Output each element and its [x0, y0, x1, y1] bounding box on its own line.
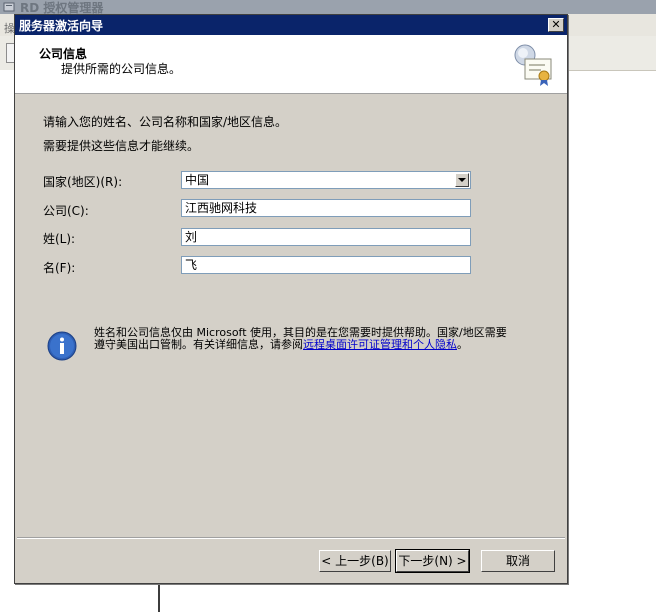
next-button[interactable]: 下一步(N) >: [395, 549, 470, 573]
cancel-button[interactable]: 取消: [481, 550, 555, 572]
parent-titlebar: RD 授权管理器: [0, 0, 656, 15]
country-label: 国家(地区)(R):: [43, 175, 123, 189]
dialog-titlebar[interactable]: 服务器激活向导 ✕: [15, 15, 567, 35]
certificate-icon: [514, 44, 552, 86]
first-name-value: 飞: [185, 258, 198, 272]
privacy-notice: 姓名和公司信息仅由 Microsoft 使用，其目的是在您需要时提供帮助。国家/…: [94, 327, 514, 351]
parent-content-pane: [566, 86, 656, 612]
info-icon: [47, 331, 77, 361]
privacy-notice-end: 。: [457, 338, 468, 351]
wizard-header: 公司信息 提供所需的公司信息。: [15, 35, 567, 94]
intro-text-1: 请输入您的姓名、公司名称和国家/地区信息。: [43, 115, 288, 129]
chevron-down-icon[interactable]: [455, 173, 469, 187]
close-icon: ✕: [551, 18, 561, 31]
intro-text-2: 需要提供这些信息才能继续。: [43, 139, 200, 153]
back-button[interactable]: < 上一步(B): [319, 550, 391, 572]
cancel-button-label: 取消: [505, 554, 530, 568]
activation-wizard-dialog: 服务器激活向导 ✕ 公司信息 提供所需的公司信息。 请输入您的姓名、公司名称和国…: [14, 14, 568, 584]
country-select[interactable]: 中国: [181, 171, 471, 189]
page-subtitle: 提供所需的公司信息。: [61, 62, 182, 76]
last-name-input[interactable]: 刘: [181, 228, 471, 246]
company-label: 公司(C):: [43, 204, 89, 218]
country-value: 中国: [185, 173, 210, 187]
privacy-link[interactable]: 远程桌面许可证管理和个人隐私: [303, 338, 457, 351]
close-button[interactable]: ✕: [548, 18, 564, 32]
first-name-input[interactable]: 飞: [181, 256, 471, 274]
license-manager-icon: [3, 2, 15, 12]
company-value: 江西驰网科技: [185, 201, 258, 215]
last-name-value: 刘: [185, 230, 198, 244]
first-name-label: 名(F):: [43, 261, 76, 275]
dialog-title: 服务器激活向导: [19, 19, 104, 33]
last-name-label: 姓(L):: [43, 232, 76, 246]
company-input[interactable]: 江西驰网科技: [181, 199, 471, 217]
next-button-label: 下一步(N) >: [398, 554, 467, 568]
back-button-label: < 上一步(B): [321, 554, 389, 568]
footer-divider: [17, 537, 565, 539]
